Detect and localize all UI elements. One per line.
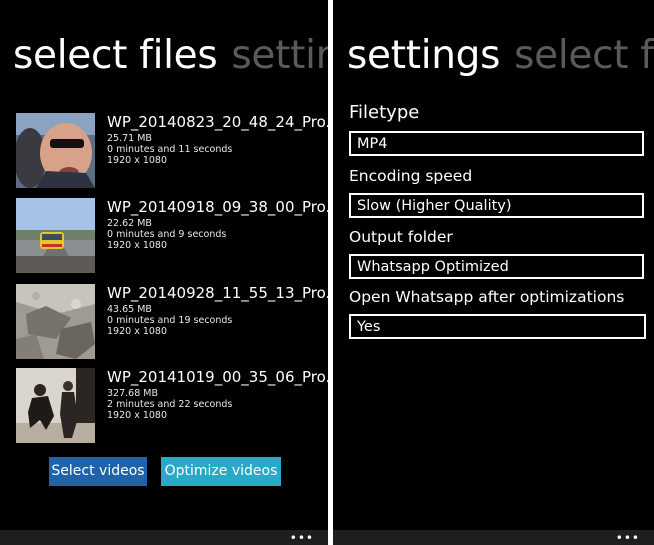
file-resolution: 1920 x 1080 [107, 410, 168, 421]
pivot-item-select-files[interactable]: select files [514, 33, 654, 78]
filetype-picker[interactable]: MP4 [349, 131, 644, 156]
encoding-speed-picker[interactable]: Slow (Higher Quality) [349, 193, 644, 218]
file-size: 22.62 MB [107, 218, 152, 229]
output-folder-label: Output folder [349, 228, 453, 246]
pivot-header: select files settings [13, 34, 328, 78]
more-options-icon[interactable]: ••• [616, 532, 640, 544]
pivot-item-select-files[interactable]: select files [13, 33, 218, 78]
file-list-item[interactable]: WP_20140823_20_48_24_Pro.mp4 25.71 MB 0 … [16, 113, 328, 189]
pivot-item-settings[interactable]: settings [231, 33, 328, 78]
file-name: WP_20140823_20_48_24_Pro.mp4 [107, 113, 328, 131]
file-resolution: 1920 x 1080 [107, 155, 168, 166]
file-duration: 2 minutes and 22 seconds [107, 399, 233, 410]
file-list-item[interactable]: WP_20140928_11_55_13_Pro.mp4 43.65 MB 0 … [16, 284, 328, 360]
file-list-item[interactable]: WP_20141019_00_35_06_Pro.mp4 327.68 MB 2… [16, 368, 328, 444]
app-bar: ••• [333, 530, 654, 545]
video-thumbnail-rocks [16, 284, 95, 359]
settings-screen: settings select files Filetype MP4 Encodi… [333, 0, 654, 545]
encoding-speed-value: Slow (Higher Quality) [357, 198, 512, 214]
output-folder-value: Whatsapp Optimized [357, 259, 509, 275]
more-options-icon[interactable]: ••• [290, 532, 314, 544]
output-folder-field[interactable]: Whatsapp Optimized [349, 254, 644, 279]
select-files-screen: select files settings WP_20140823_20_48_2… [0, 0, 328, 545]
filetype-value: MP4 [357, 136, 388, 152]
file-name: WP_20140918_09_38_00_Pro.mp4 [107, 198, 328, 216]
file-name: WP_20140928_11_55_13_Pro.mp4 [107, 284, 328, 302]
file-list-item[interactable]: WP_20140918_09_38_00_Pro.mp4 22.62 MB 0 … [16, 198, 328, 274]
pivot-item-settings[interactable]: settings [347, 33, 500, 78]
video-thumbnail-road [16, 198, 95, 273]
file-name: WP_20141019_00_35_06_Pro.mp4 [107, 368, 328, 386]
filetype-label: Filetype [349, 102, 420, 123]
file-duration: 0 minutes and 19 seconds [107, 315, 233, 326]
open-whatsapp-picker[interactable]: Yes [349, 314, 646, 339]
pivot-header: settings select files [347, 34, 654, 78]
optimize-videos-button[interactable]: Optimize videos [161, 457, 281, 486]
file-size: 43.65 MB [107, 304, 152, 315]
file-duration: 0 minutes and 11 seconds [107, 144, 233, 155]
open-whatsapp-label: Open Whatsapp after optimizations [349, 288, 625, 306]
select-videos-button[interactable]: Select videos [49, 457, 147, 486]
video-thumbnail-dancers [16, 368, 95, 443]
encoding-speed-label: Encoding speed [349, 167, 473, 185]
file-duration: 0 minutes and 9 seconds [107, 229, 227, 240]
file-resolution: 1920 x 1080 [107, 240, 168, 251]
app-bar: ••• [0, 530, 328, 545]
open-whatsapp-value: Yes [357, 319, 381, 335]
file-size: 327.68 MB [107, 388, 158, 399]
file-resolution: 1920 x 1080 [107, 326, 168, 337]
file-size: 25.71 MB [107, 133, 152, 144]
video-thumbnail-selfie [16, 113, 95, 188]
